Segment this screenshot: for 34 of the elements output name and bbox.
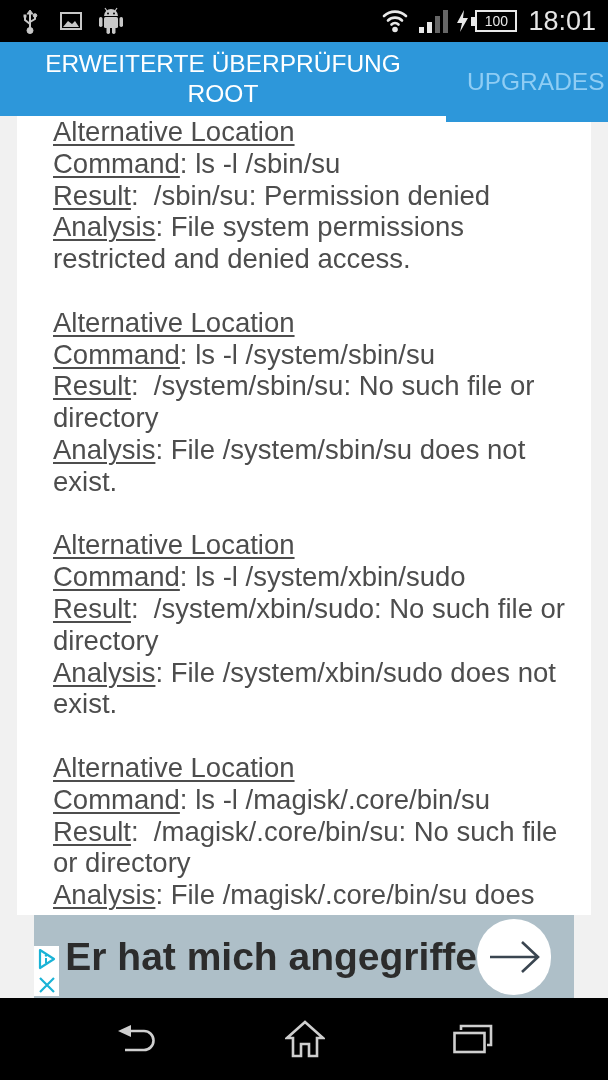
image-icon xyxy=(60,12,82,30)
detail-text: Command: ls -l /sbin/su xyxy=(53,147,342,180)
location-heading: Alternative Location xyxy=(53,306,295,339)
detail-text: Command: ls -l /system/sbin/su xyxy=(53,338,437,371)
location-heading: Alternative Location xyxy=(53,751,295,784)
battery-indicator: 100 xyxy=(471,10,518,32)
signal-icon xyxy=(419,9,450,33)
tab[interactable]: UPGRADES xyxy=(446,42,608,122)
home-button[interactable] xyxy=(285,1020,325,1058)
detail-text: Result: /magisk/.core/bin/su: No such file or directory xyxy=(53,815,559,880)
tab[interactable]: ERWEITERTE ÜBERPRÜFUNG ROOT xyxy=(0,42,446,116)
location-heading: Alternative Location xyxy=(53,529,295,562)
detail-text: Analysis: File system permissions restricted and denied access. xyxy=(53,211,466,275)
detail-text: Command: ls -l /magisk/.core/bin/su xyxy=(53,783,492,816)
arrow-right-icon xyxy=(488,940,540,973)
detail-text: Command: ls -l /system/xbin/sudo xyxy=(53,561,467,593)
detail-text: Result: /system/xbin/sudo: No such file or directory xyxy=(53,592,567,657)
home-icon xyxy=(285,1020,325,1058)
wifi-icon xyxy=(382,9,409,33)
back-icon xyxy=(117,1024,155,1054)
detail-text: Analysis: File /magisk/.core/bin/su does xyxy=(53,879,536,911)
charging-icon xyxy=(456,10,470,32)
android-icon xyxy=(98,7,124,35)
clock-time: 18:01 xyxy=(528,5,596,37)
detail-text: Result: /system/sbin/su: No such file or directory xyxy=(53,370,536,434)
detail-text: Analysis: File /system/sbin/su does not exist. xyxy=(53,433,527,498)
recent-apps-icon xyxy=(453,1024,493,1054)
recent-apps-button[interactable] xyxy=(453,1024,493,1054)
detail-text: Result: /sbin/su: Permission denied xyxy=(53,179,492,212)
back-button[interactable] xyxy=(117,1024,155,1054)
detail-text: Analysis: File /system/xbin/sudo does not exist. xyxy=(53,656,557,721)
usb-icon xyxy=(22,8,38,34)
location-heading: Alternative Location xyxy=(53,116,295,148)
ad-headline[interactable]: Er hat mich angegriffe xyxy=(65,933,478,980)
